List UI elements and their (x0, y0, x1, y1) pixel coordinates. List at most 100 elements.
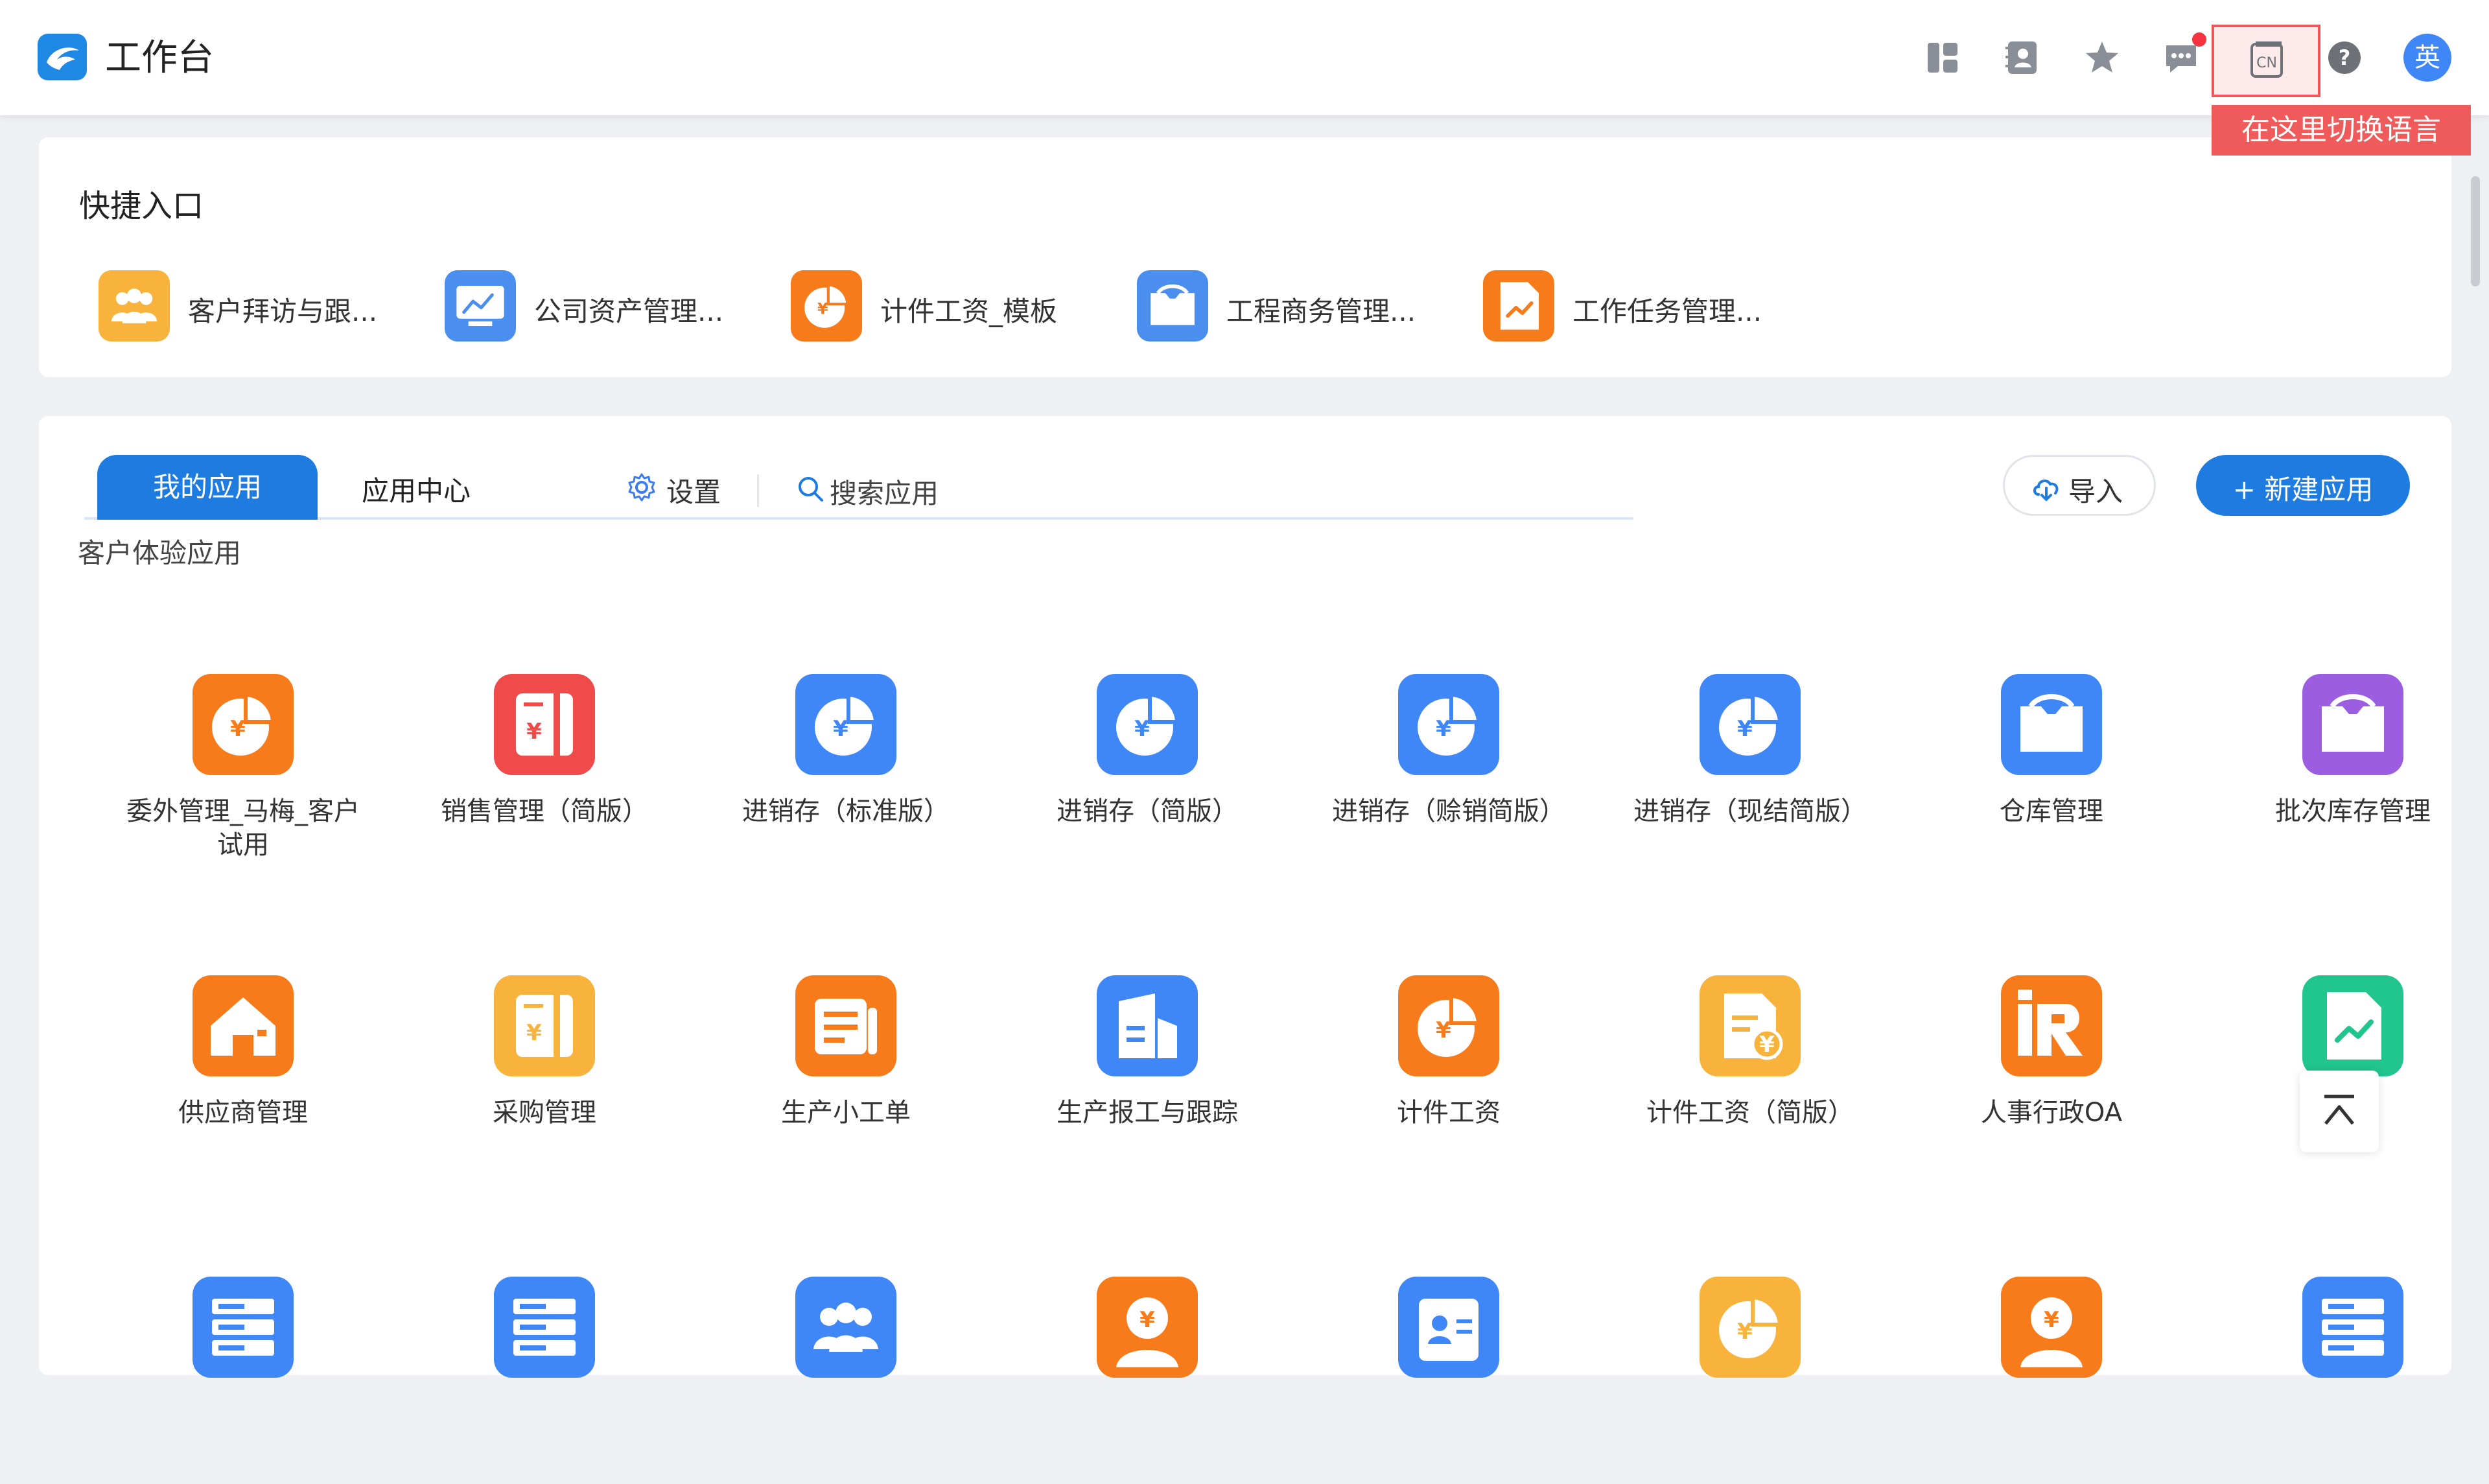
svg-text:¥: ¥ (1134, 716, 1150, 742)
quick-access-card: 快捷入口 客户拜访与跟... 公司资产管理... ¥ 计件工资_模板 工程商务管理...… (39, 137, 2451, 377)
app-name: 生产报工与跟踪 (1057, 1098, 1238, 1128)
box-icon (2302, 674, 2403, 775)
app-tile[interactable] (703, 1277, 988, 1484)
svg-text:CN: CN (2256, 55, 2277, 71)
divider (757, 474, 759, 507)
pie-yuan-icon: ¥ (795, 674, 896, 775)
tab-my-apps[interactable]: 我的应用 (97, 455, 318, 520)
quick-item-label: 工程商务管理... (1226, 296, 1416, 327)
app-tile[interactable] (2210, 1277, 2489, 1484)
settings-label: 设置 (666, 476, 721, 508)
app-name: 进销存（现结简版） (1633, 796, 1867, 826)
app-tile[interactable] (100, 1277, 386, 1484)
svg-text:¥: ¥ (1436, 1017, 1451, 1043)
star-icon[interactable] (2082, 38, 2122, 78)
svg-text:¥: ¥ (2044, 1307, 2059, 1333)
quick-access-title: 快捷入口 (79, 188, 204, 224)
new-app-button[interactable]: + 新建应用 (2196, 455, 2410, 516)
person-yuan-icon: ¥ (2001, 1277, 2102, 1378)
pie-yuan-icon: ¥ (1700, 674, 1801, 775)
pie-yuan-icon: ¥ (1398, 975, 1499, 1076)
app-name: 人事行政OA (1980, 1098, 2123, 1128)
app-name: 仓库管理 (2000, 796, 2103, 826)
app-name: 批次库存管理 (2275, 796, 2431, 826)
language-cn-icon[interactable]: CN (2245, 40, 2288, 80)
group-title: 客户体验应用 (78, 537, 242, 569)
svg-text:?: ? (2339, 45, 2351, 70)
svg-text:¥: ¥ (1759, 1032, 1775, 1058)
svg-text:¥: ¥ (1436, 716, 1451, 742)
back-to-top-button[interactable] (2300, 1071, 2379, 1152)
app-tile[interactable]: ¥ 销售管理（简版） (402, 674, 687, 881)
pie-yuan-icon: ¥ (1398, 674, 1499, 775)
doc-trend-icon (2302, 975, 2403, 1076)
app-name: 进销存（标准版） (742, 796, 950, 826)
app-tile[interactable]: ¥ 进销存（赊销简版） (1306, 674, 1591, 881)
quick-item-label: 计件工资_模板 (880, 296, 1058, 327)
app-tile[interactable] (1306, 1277, 1591, 1484)
app-tile[interactable]: ¥ 进销存（现结简版） (1607, 674, 1893, 881)
language-tooltip: 在这里切换语言 (2212, 105, 2471, 156)
svg-text:¥: ¥ (526, 1020, 542, 1046)
app-name: 计件工资 (1397, 1098, 1501, 1128)
app-tile[interactable]: ¥ (1607, 1277, 1893, 1484)
app-name: 进销存（简版） (1057, 796, 1238, 826)
app-tile[interactable] (402, 1277, 687, 1484)
svg-text:¥: ¥ (1737, 1319, 1753, 1345)
svg-text:¥: ¥ (1737, 716, 1753, 742)
app-tile[interactable]: 生产小工单 (703, 975, 988, 1183)
import-button[interactable]: 导入 (2003, 455, 2156, 516)
app-name: 计件工资（简版） (1646, 1098, 1854, 1128)
server-icon (193, 1277, 294, 1378)
app-name: 生产小工单 (781, 1098, 911, 1128)
svg-text:¥: ¥ (526, 719, 542, 745)
gear-icon (628, 473, 655, 502)
help-icon[interactable]: ? (2324, 38, 2365, 78)
app-tile[interactable]: ¥ (1005, 1277, 1290, 1484)
app-name: 供应商管理 (178, 1098, 308, 1128)
pie-yuan-icon: ¥ (1097, 674, 1198, 775)
app-tile[interactable]: ¥ (1909, 1277, 2194, 1484)
tab-app-center[interactable]: 应用中心 (362, 469, 471, 509)
house-icon (193, 975, 294, 1076)
scrollbar[interactable] (2471, 176, 2480, 286)
notification-dot (2192, 32, 2206, 47)
doc-yuan-icon: ¥ (1700, 975, 1801, 1076)
app-tile[interactable]: 批次库存管理 (2210, 674, 2489, 881)
page-title: 工作台 (105, 37, 214, 79)
app-tile[interactable]: ¥ 委外管理_马梅_客户 试用 (100, 674, 386, 881)
pie-yuan-icon: ¥ (791, 270, 862, 342)
search-placeholder: 搜索应用 (830, 478, 939, 509)
quick-item-label: 工作任务管理... (1572, 296, 1762, 327)
app-tile[interactable]: 生产报工与跟踪 (1005, 975, 1290, 1183)
top-bar: 工作台 CN ? 英 (0, 0, 2489, 115)
app-tile[interactable]: ¥ 进销存（简版） (1005, 674, 1290, 881)
layout-icon[interactable] (1922, 38, 1963, 78)
quick-item-label: 客户拜访与跟... (188, 296, 378, 327)
pie-yuan-icon: ¥ (1700, 1277, 1801, 1378)
app-name: 委外管理_马梅_客户 试用 (126, 796, 360, 860)
svg-text:¥: ¥ (230, 716, 246, 742)
app-tile[interactable]: ¥ 计件工资（简版） (1607, 975, 1893, 1183)
app-tile[interactable]: ¥ 计件工资 (1306, 975, 1591, 1183)
app-tile[interactable]: 人事行政OA (1909, 975, 2194, 1183)
svg-text:¥: ¥ (817, 300, 828, 318)
app-tile[interactable]: 供应商管理 (100, 975, 386, 1183)
contacts-icon[interactable] (2002, 38, 2042, 78)
quick-item-label: 公司资产管理... (534, 296, 724, 327)
app-tile[interactable]: 仓库管理 (1909, 674, 2194, 881)
brand-logo-icon[interactable] (38, 34, 87, 80)
building-icon (1097, 975, 1198, 1076)
import-label: 导入 (2068, 476, 2123, 507)
box-icon (1137, 270, 1208, 342)
search-icon (799, 477, 823, 502)
app-name: 采购管理 (493, 1098, 596, 1128)
apps-card: 我的应用 应用中心 设置 搜索应用 导入 + 新建应用 客户体验应用 ¥ 委外管理… (39, 416, 2451, 1378)
app-tile[interactable]: ¥ 采购管理 (402, 975, 687, 1183)
id-card-icon (1398, 1277, 1499, 1378)
avatar[interactable]: 英 (2403, 34, 2451, 82)
people-icon (99, 270, 170, 342)
app-tile[interactable]: ¥ 进销存（标准版） (703, 674, 988, 881)
monitor-chart-icon (445, 270, 516, 342)
people-icon (795, 1277, 896, 1378)
